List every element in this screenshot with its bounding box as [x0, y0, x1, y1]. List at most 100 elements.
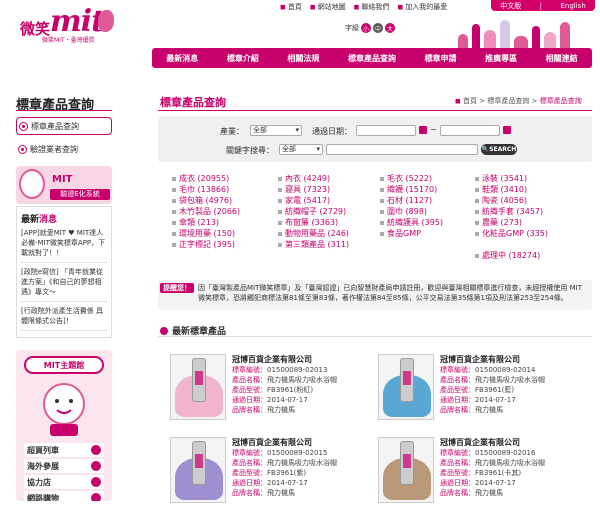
top-link-contact[interactable]: ◼ 聯絡我們 [354, 2, 390, 12]
product-image[interactable] [378, 437, 434, 503]
top-link-home[interactable]: ◼ 首頁 [280, 2, 302, 12]
category-link[interactable]: 袋包箱 (4976) [172, 195, 232, 206]
category-link[interactable]: 化粧品GMP (335) [475, 228, 548, 239]
product-image[interactable] [170, 354, 226, 420]
lang-english[interactable]: English [560, 2, 585, 10]
date-to-input[interactable] [440, 125, 500, 136]
nav-mark-apply[interactable]: 標章申請 [425, 53, 457, 64]
search-button[interactable]: 🔍 SEARCH [481, 144, 517, 155]
notice-box: 提醒您！ 因「臺灣製產品MIT微笑標章」及「臺灣認證」已向智慧財產局申請註冊，歡… [158, 280, 592, 310]
category-link[interactable]: 鞋類 (3410) [475, 184, 527, 195]
category-link[interactable]: 紡織手套 (3457) [475, 206, 543, 217]
category-link[interactable]: 第三類產品 (311) [278, 239, 349, 250]
category-link[interactable]: 家電 (5417) [278, 195, 330, 206]
category-link[interactable]: 處理中 (18274) [475, 250, 540, 261]
category-link[interactable]: 紡織帽子 (2729) [278, 206, 346, 217]
industry-select[interactable]: 全部 [250, 125, 302, 136]
theme-item[interactable]: 海外參展 [24, 459, 104, 473]
product-name-row: 產品名稱：飛力機馬吸力吸水浴帽 [440, 459, 545, 467]
category-link[interactable]: 農藥 (273) [475, 217, 522, 228]
category-link[interactable]: 傘類 (213) [172, 217, 219, 228]
product-company[interactable]: 冠博百貨企業有限公司 [440, 354, 520, 365]
category-link[interactable]: 石材 (1127) [380, 195, 432, 206]
product-card[interactable]: 冠博百貨企業有限公司 標章編號：01500089-02016 產品名稱：飛力機馬吸力… [378, 437, 578, 505]
product-company[interactable]: 冠博百貨企業有限公司 [440, 437, 520, 448]
site-logo[interactable]: 微笑 mit 微笑MIT・臺灣優質 [18, 4, 118, 44]
font-size-medium[interactable]: 中 [373, 23, 383, 33]
product-brand-row: 品牌名稱：飛力機馬 [232, 406, 295, 414]
category-link[interactable]: 正字標記 (395) [172, 239, 235, 250]
nav-product-search[interactable]: 標章產品查詢 [348, 53, 396, 64]
nav-promotion[interactable]: 推廣專區 [485, 53, 517, 64]
product-card[interactable]: 冠博百貨企業有限公司 標章編號：01500089-02014 產品名稱：飛力機馬吸力… [378, 354, 578, 422]
header: 微笑 mit 微笑MIT・臺灣優質 ◼ 首頁 ◼ 網站地圖 ◼ 聯絡我們 ◼ 加入我的最… [0, 0, 600, 50]
category-link[interactable]: 寢具 (7323) [278, 184, 330, 195]
nav-mark-intro[interactable]: 標章介紹 [227, 53, 259, 64]
category-link[interactable]: 毛巾 (13866) [172, 184, 229, 195]
theme-hall-title: MIT主題館 [24, 356, 104, 374]
category-link[interactable]: 織襪 (15170) [380, 184, 437, 195]
date-from-input[interactable] [356, 125, 416, 136]
font-size-small[interactable]: 小 [361, 23, 371, 33]
sidebar-item-vendor-search[interactable]: 驗證業者查詢 [16, 143, 112, 155]
nav-regulations[interactable]: 相關法規 [287, 53, 319, 64]
theme-item[interactable]: 網路購物 [24, 491, 104, 501]
category-link[interactable]: 環境用藥 (150) [172, 228, 235, 239]
top-link-sitemap[interactable]: ◼ 網站地圖 [310, 2, 346, 12]
breadcrumb-current: 標章產品查詢 [539, 97, 582, 105]
category-link[interactable]: 紡織護具 (395) [380, 217, 443, 228]
theme-item[interactable]: 協力店 [24, 475, 104, 489]
font-size-large[interactable]: 大 [385, 23, 395, 33]
keyword-scope-select[interactable]: 全部 [279, 144, 323, 155]
category-link[interactable]: 成衣 (20955) [172, 173, 229, 184]
bottle-image [192, 441, 206, 485]
news-list: [APP]就愛MIT ♥ MIT達人必備-MIT微笑標章APP，下載就對了！！ … [17, 228, 111, 331]
category-list: 成衣 (20955) 內衣 (4249) 毛衣 (5222) 泳裝 (3541) 毛巾 … [172, 173, 592, 273]
calendar-icon[interactable] [503, 126, 511, 134]
keyword-input[interactable] [326, 144, 478, 155]
mascot-icon [19, 169, 45, 199]
news-item[interactable]: [APP]就愛MIT ♥ MIT達人必備-MIT微笑標章APP，下載就對了！！ [21, 228, 107, 263]
product-card[interactable]: 冠博百貨企業有限公司 標章編號：01500089-02015 產品名稱：飛力機馬吸力… [170, 437, 370, 505]
product-brand-row: 品牌名稱：飛力機馬 [232, 489, 295, 497]
category-link[interactable]: 布窗簾 (3363) [278, 217, 338, 228]
top-links: ◼ 首頁 ◼ 網站地圖 ◼ 聯絡我們 ◼ 加入我的最愛 [280, 2, 447, 12]
sidebar-item-label: 標章產品查詢 [31, 121, 79, 131]
home-icon: ◼ [280, 3, 286, 11]
product-image[interactable] [378, 354, 434, 420]
product-card[interactable]: 冠博百貨企業有限公司 標章編號：01500089-02013 產品名稱：飛力機馬吸力… [170, 354, 370, 422]
product-image[interactable] [170, 437, 226, 503]
product-name-row: 產品名稱：飛力機馬吸力吸水浴帽 [232, 376, 337, 384]
category-link[interactable]: 毛衣 (5222) [380, 173, 432, 184]
category-link[interactable]: 動物用藥品 (246) [278, 228, 349, 239]
theme-item[interactable]: 超買列車 [24, 443, 104, 457]
category-link[interactable]: 陶瓷 (4056) [475, 195, 527, 206]
news-item[interactable]: [政院e寫信] 「青年就業從進方案」《和自己的夢想相遇》專文～ [21, 267, 107, 302]
breadcrumb-home[interactable]: 首頁 [463, 97, 477, 105]
product-name-row: 產品名稱：飛力機馬吸力吸水浴帽 [440, 376, 545, 384]
notice-badge: 提醒您！ [160, 283, 194, 293]
news-item[interactable]: [行政院外派產生活費係 具體限條式公告]！ [21, 306, 107, 331]
breadcrumb-section[interactable]: 標章產品查詢 [487, 97, 529, 105]
bullet-icon [160, 326, 168, 335]
product-id-row: 標章編號：01500089-02014 [440, 366, 536, 374]
product-brand-row: 品牌名稱：飛力機馬 [440, 406, 503, 414]
category-link[interactable]: 內衣 (4249) [278, 173, 330, 184]
sitemap-icon: ◼ [309, 3, 316, 11]
category-link[interactable]: 食品GMP [380, 228, 421, 239]
calendar-icon[interactable] [419, 126, 427, 134]
lang-chinese[interactable]: 中文版 [500, 1, 521, 11]
category-link[interactable]: 圍巾 (898) [380, 206, 427, 217]
product-company[interactable]: 冠博百貨企業有限公司 [232, 354, 312, 365]
top-link-favorite[interactable]: ◼ 加入我的最愛 [397, 2, 447, 12]
category-link[interactable]: 泳裝 (3541) [475, 173, 527, 184]
date-label: 通過日期： [312, 127, 352, 136]
sidebar-item-product-search[interactable]: 標章產品查詢 [16, 117, 112, 135]
nav-links[interactable]: 相關連結 [546, 53, 578, 64]
lang-divider: | [539, 1, 543, 10]
category-link[interactable]: 木竹製品 (2066) [172, 206, 240, 217]
product-company[interactable]: 冠博百貨企業有限公司 [232, 437, 312, 448]
product-name-row: 產品名稱：飛力機馬吸力吸水浴帽 [232, 459, 337, 467]
e-system-banner[interactable]: MIT 驗證E化系統 [16, 166, 112, 204]
nav-latest-news[interactable]: 最新消息 [166, 53, 198, 64]
